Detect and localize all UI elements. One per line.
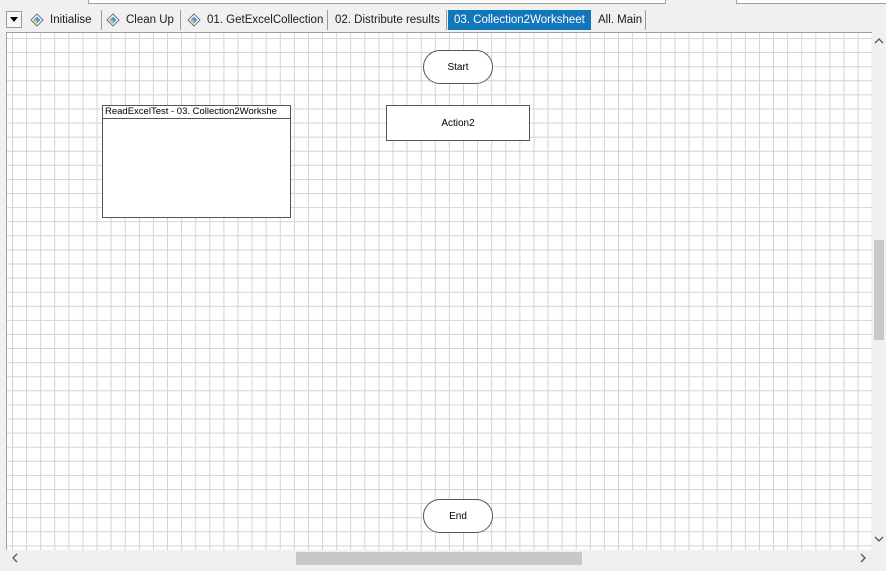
blueprism-process-icon xyxy=(187,13,201,27)
dropdown-arrow-icon xyxy=(10,17,18,22)
tab-distribute-results[interactable]: 02. Distribute results xyxy=(329,10,447,30)
horizontal-scroll-thumb[interactable] xyxy=(296,552,582,565)
tab-clean-up[interactable]: Clean Up xyxy=(102,10,181,30)
top-toolbar-strip xyxy=(0,0,886,8)
tab-initialise[interactable]: Initialise xyxy=(26,10,102,30)
tab-label: Clean Up xyxy=(126,14,174,26)
action-stage-label: Action2 xyxy=(441,117,475,129)
toolbar-field[interactable] xyxy=(88,0,666,4)
blueprism-process-icon xyxy=(106,13,120,27)
chevron-left-icon[interactable] xyxy=(9,553,21,566)
tab-get-excel-collection[interactable]: 01. GetExcelCollection xyxy=(183,10,328,30)
chevron-right-icon[interactable] xyxy=(857,553,869,566)
tab-all-main[interactable]: All. Main xyxy=(592,10,646,30)
blueprism-process-icon xyxy=(30,13,44,27)
tab-label: All. Main xyxy=(598,14,643,26)
tab-list-dropdown-button[interactable] xyxy=(6,11,22,28)
end-stage-label: End xyxy=(449,510,467,522)
page-tab-bar: Initialise Clean Up 01. GetExcelCollecti… xyxy=(0,8,886,32)
info-block-title: ReadExcelTest - 03. Collection2Workshe xyxy=(103,106,290,119)
tab-label: 02. Distribute results xyxy=(335,14,440,26)
tab-collection2worksheet[interactable]: 03. Collection2Worksheet xyxy=(448,10,591,30)
scrollbar-corner xyxy=(872,550,886,567)
horizontal-scrollbar[interactable] xyxy=(6,550,872,567)
tab-label: Initialise xyxy=(50,14,92,26)
chevron-up-icon[interactable] xyxy=(873,36,885,48)
action-stage[interactable]: Action2 xyxy=(386,105,530,141)
process-diagram-canvas[interactable]: Start Action2 ReadExcelTest - 03. Collec… xyxy=(6,32,873,551)
vertical-scrollbar[interactable] xyxy=(872,32,886,550)
tab-label: 03. Collection2Worksheet xyxy=(454,14,585,26)
start-stage[interactable]: Start xyxy=(423,50,493,84)
start-stage-label: Start xyxy=(447,61,469,73)
vertical-scroll-thumb[interactable] xyxy=(874,240,884,340)
end-stage[interactable]: End xyxy=(423,499,493,533)
chevron-down-icon[interactable] xyxy=(873,534,885,546)
info-block-stage[interactable]: ReadExcelTest - 03. Collection2Workshe xyxy=(102,105,291,218)
toolbar-field-right[interactable] xyxy=(736,0,886,4)
tab-label: 01. GetExcelCollection xyxy=(207,14,324,26)
